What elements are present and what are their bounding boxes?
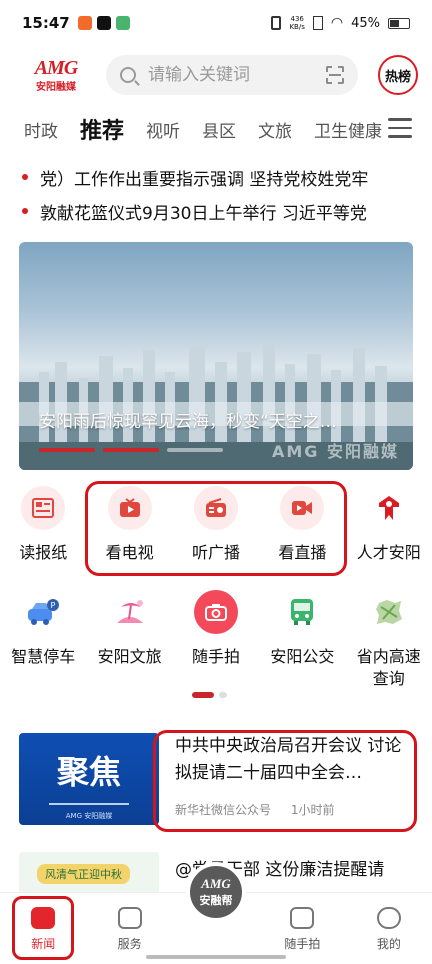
news-thumbnail: 聚焦 AMG 安阳融媒 xyxy=(19,733,159,825)
network-speed: 436 KB/s xyxy=(289,15,305,31)
svg-text:P: P xyxy=(51,601,56,610)
tab-audio-video[interactable]: 视听 xyxy=(146,117,180,142)
tab-culture-tourism[interactable]: 文旅 xyxy=(258,117,292,142)
profile-icon xyxy=(376,907,401,929)
app-logo: AMG 安阳融媒 xyxy=(34,57,79,93)
carousel-banner[interactable]: 安阳雨后惊现罕见云海，秒变“天空之… AMG 安阳融媒 xyxy=(19,242,413,470)
app-header: AMG 安阳融媒 热榜 xyxy=(0,50,432,100)
page-dot xyxy=(192,692,214,698)
service-grid-row-2: P 智慧停车 安阳文旅 随手拍 安阳公交 省内高速 查询 xyxy=(0,590,432,690)
wifi-icon: ◠ xyxy=(330,15,344,31)
carousel-dot xyxy=(103,448,159,452)
beach-tour-icon xyxy=(108,590,152,634)
smart-parking-button[interactable]: P 智慧停车 xyxy=(0,590,86,690)
bullet-icon xyxy=(22,174,28,180)
headline-ticker: 党）工作作出重要指示强调 坚持党校姓党牢 敦献花篮仪式9月30日上午举行 习近平… xyxy=(22,160,414,228)
anyang-tourism-button[interactable]: 安阳文旅 xyxy=(86,590,172,690)
headline-item[interactable]: 党）工作作出重要指示强调 坚持党校姓党牢 xyxy=(22,160,414,194)
camera-icon xyxy=(193,590,238,634)
tab-recommend[interactable]: 推荐 xyxy=(80,113,124,145)
annotation-highlight xyxy=(153,730,417,832)
search-bar[interactable] xyxy=(106,55,358,95)
battery-level: 45% xyxy=(351,15,380,31)
snapshot-icon xyxy=(290,907,315,929)
hot-list-button[interactable]: 热榜 xyxy=(378,55,418,95)
service-icon xyxy=(117,907,142,929)
banner-caption: 安阳雨后惊现罕见云海，秒变“天空之… xyxy=(39,412,337,432)
nav-snapshot[interactable]: 随手拍 xyxy=(259,893,345,964)
app-notification-icon xyxy=(115,16,130,30)
tab-health[interactable]: 卫生健康 xyxy=(314,117,382,142)
battery-icon xyxy=(388,17,410,29)
skyline-graphic xyxy=(49,791,129,805)
highway-query-button[interactable]: 省内高速 查询 xyxy=(346,590,432,690)
nav-service[interactable]: 服务 xyxy=(86,893,172,964)
carousel-indicator xyxy=(39,448,223,452)
center-help-button[interactable]: AMG 安融帮 xyxy=(186,862,246,922)
tiktok-icon xyxy=(96,16,111,30)
clock: 15:47 xyxy=(22,14,70,32)
channel-tabs: 时政 推荐 视听 县区 文旅 卫生健康 xyxy=(0,108,432,150)
headline-item[interactable]: 敦献花篮仪式9月30日上午举行 习近平等党 xyxy=(22,194,414,228)
news-thumbnail: 风清气正迎中秋 xyxy=(19,852,159,892)
talent-icon xyxy=(367,486,411,530)
banner-watermark: AMG 安阳融媒 xyxy=(271,442,399,461)
snapshot-button[interactable]: 随手拍 xyxy=(173,590,259,690)
read-newspaper-button[interactable]: 读报纸 xyxy=(0,486,86,564)
carousel-dot xyxy=(39,448,95,452)
annotation-highlight xyxy=(85,481,347,576)
annotation-highlight xyxy=(12,896,74,960)
nav-profile[interactable]: 我的 xyxy=(346,893,432,964)
app-notification-icon xyxy=(77,16,92,30)
carousel-dot xyxy=(167,448,223,452)
page-dot xyxy=(219,692,227,698)
home-indicator xyxy=(146,955,286,959)
anyang-bus-button[interactable]: 安阳公交 xyxy=(259,590,345,690)
bullet-icon xyxy=(22,208,28,214)
search-icon xyxy=(120,67,136,83)
search-input[interactable] xyxy=(148,65,308,85)
tab-politics[interactable]: 时政 xyxy=(24,117,58,142)
bus-icon xyxy=(280,590,324,634)
menu-icon[interactable] xyxy=(388,118,412,144)
grid-page-indicator xyxy=(192,692,227,698)
tab-counties[interactable]: 县区 xyxy=(202,117,236,142)
notification-icons xyxy=(77,16,130,30)
parking-car-icon: P xyxy=(21,590,65,634)
newspaper-icon xyxy=(21,486,66,530)
talent-anyang-button[interactable]: 人才安阳 xyxy=(346,486,432,564)
scan-icon[interactable] xyxy=(326,66,344,84)
status-bar: 15:47 436 KB/s ◠ 45% xyxy=(0,0,432,46)
vibrate-icon xyxy=(271,16,282,30)
no-sim-icon xyxy=(312,16,323,30)
highway-map-icon xyxy=(367,590,411,634)
